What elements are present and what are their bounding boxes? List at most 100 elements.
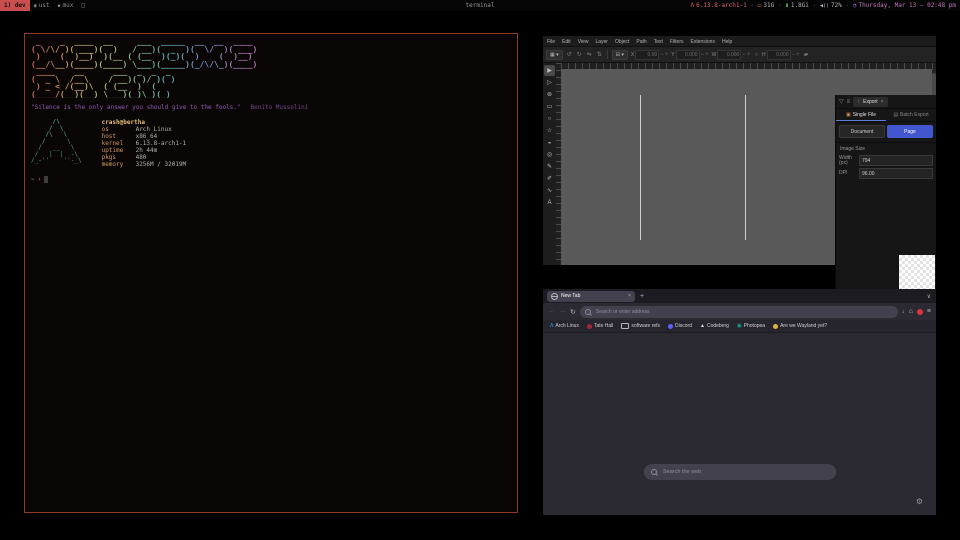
menu-path[interactable]: Path [636, 39, 646, 45]
bookmark-discord[interactable]: Discord [668, 323, 692, 329]
w-decrement[interactable]: − [742, 52, 746, 58]
menu-help[interactable]: Help [722, 39, 732, 45]
workspace-tag-dev[interactable]: 1) dev [0, 0, 30, 11]
inkscape-window[interactable]: File Edit View Layer Object Path Text Fi… [543, 36, 936, 264]
bookmark-label: Codeberg [707, 323, 729, 329]
fetch-key: uptime [102, 147, 136, 154]
dock-layers-icon[interactable]: ≡ [847, 99, 851, 105]
workspace-tag-ust[interactable]: ◉ ust [30, 0, 54, 11]
w-value[interactable]: 0.000 [717, 50, 741, 60]
toolbar-separator [607, 50, 608, 59]
w-increment[interactable]: + [747, 52, 751, 58]
flip-horizontal-icon[interactable]: ⇋ [586, 51, 593, 58]
export-preview [899, 255, 935, 289]
list-all-tabs-icon[interactable]: ∨ [927, 293, 931, 300]
y-decrement[interactable]: − [701, 52, 705, 58]
width-input[interactable] [859, 155, 933, 166]
menu-icon[interactable]: ≡ [927, 308, 931, 315]
web-search-bar[interactable] [644, 464, 836, 480]
terminal-window[interactable]: _ _ ____ __ ___ _____ __ __ ____ ( \/\/ … [24, 33, 518, 513]
menu-edit[interactable]: Edit [562, 39, 571, 45]
document-button[interactable]: Document [839, 125, 885, 138]
forward-icon[interactable]: → [559, 308, 566, 315]
menu-view[interactable]: View [578, 39, 589, 45]
pen-tool[interactable]: ✎ [544, 161, 555, 172]
bookmark-codeberg[interactable]: ▲ Codeberg [700, 323, 729, 329]
export-dock-tab[interactable]: ↑ Export × [853, 97, 887, 107]
volume-level: 72% [831, 2, 842, 9]
tab-batch-export[interactable]: ▤ Batch Export [886, 109, 936, 121]
back-icon[interactable]: ← [548, 308, 555, 315]
select-options-dropdown[interactable]: ▦ ▾ [546, 50, 563, 60]
shell-prompt[interactable]: ~ › [31, 176, 511, 183]
y-label: Y [671, 52, 674, 58]
selector-tool[interactable]: ▶ [544, 65, 555, 76]
tab-close-icon[interactable]: × [628, 293, 631, 299]
bookmark-tate-hall[interactable]: Tate Hall [587, 323, 613, 329]
menu-filters[interactable]: Filters [670, 39, 684, 45]
rectangle-tool[interactable]: ▭ [544, 101, 555, 112]
rotate-ccw-icon[interactable]: ↺ [566, 51, 573, 58]
globe-icon [551, 293, 558, 300]
reload-icon[interactable]: ↻ [570, 308, 576, 316]
batch-export-label: Batch Export [900, 112, 929, 118]
fetch-value: Arch Linux [136, 126, 172, 133]
layout-symbol[interactable]: □ [77, 2, 89, 9]
h-increment[interactable]: + [796, 52, 800, 58]
url-bar[interactable] [580, 306, 898, 318]
bookmark-arch-linux[interactable]: Λ Arch Linux [550, 323, 579, 329]
menu-file[interactable]: File [547, 39, 555, 45]
h-value[interactable]: 0.000 [767, 50, 791, 60]
star-tool[interactable]: ☆ [544, 125, 555, 136]
close-icon[interactable]: × [881, 99, 884, 105]
page-button[interactable]: Page [887, 125, 933, 138]
quote-author: Benito Mussolini [251, 104, 309, 111]
bookmark-photopea[interactable]: ▣ Photopea [737, 323, 765, 329]
box3d-tool[interactable]: ◒ [544, 137, 555, 148]
ellipse-tool[interactable]: ○ [544, 113, 555, 124]
downloads-icon[interactable]: ↓ [902, 309, 905, 315]
pencil-tool[interactable]: ✐ [544, 173, 555, 184]
shape-builder-tool[interactable]: ⊚ [544, 89, 555, 100]
new-tab-button[interactable]: + [640, 293, 644, 300]
personalize-gear-icon[interactable]: ⚙ [916, 497, 923, 506]
y-increment[interactable]: + [705, 52, 709, 58]
text-tool[interactable]: A [544, 197, 555, 208]
active-tab[interactable]: New Tab × [547, 291, 635, 302]
scale-stroke-icon[interactable]: ▰ [803, 51, 810, 58]
menu-layer[interactable]: Layer [595, 39, 608, 45]
tate-hall-favicon [587, 324, 592, 329]
menu-text[interactable]: Text [654, 39, 663, 45]
web-search-input[interactable] [661, 468, 829, 476]
bookmarks-bar: Λ Arch Linux Tate Hall software refs Dis… [543, 320, 936, 333]
red-extension-icon[interactable] [917, 309, 923, 315]
flip-vertical-icon[interactable]: ⇅ [596, 51, 603, 58]
menu-object[interactable]: Object [615, 39, 629, 45]
fetch-value: x86_64 [136, 133, 158, 140]
h-decrement[interactable]: − [792, 52, 796, 58]
node-tool[interactable]: ▷ [544, 77, 555, 88]
x-decrement[interactable]: − [660, 52, 664, 58]
tab-single-file[interactable]: ▣ Single File [836, 109, 886, 121]
h-field: H 0.000 − + [762, 50, 800, 60]
x-value[interactable]: 0.00 [635, 50, 659, 60]
workspace-tag-mux[interactable]: ◆ mux [54, 0, 78, 11]
discord-favicon [668, 324, 673, 329]
browser-window[interactable]: New Tab × + ∨ ← → ↻ ↓ ⌂ ≡ Λ Arch Linux T… [543, 289, 936, 515]
home-icon[interactable]: ⌂ [909, 308, 913, 315]
dpi-label: DPI [839, 171, 857, 176]
dock-funnel-icon[interactable]: ▽ [839, 98, 844, 105]
url-input[interactable] [594, 308, 893, 316]
calligraphy-tool[interactable]: ∿ [544, 185, 555, 196]
menu-extensions[interactable]: Extensions [691, 39, 715, 45]
bookmark-folder-software-refs[interactable]: software refs [621, 323, 660, 329]
rotate-cw-icon[interactable]: ↻ [576, 51, 583, 58]
y-value[interactable]: 0.000 [676, 50, 700, 60]
dpi-input[interactable] [859, 168, 933, 179]
align-dropdown[interactable]: ⊟ ▾ [612, 50, 628, 60]
lock-ratio-icon[interactable]: ○ [753, 52, 759, 58]
spiral-tool[interactable]: ◎ [544, 149, 555, 160]
x-increment[interactable]: + [665, 52, 669, 58]
search-icon [651, 469, 657, 475]
bookmark-are-we-wayland-yet[interactable]: Are we Wayland yet? [773, 323, 827, 329]
